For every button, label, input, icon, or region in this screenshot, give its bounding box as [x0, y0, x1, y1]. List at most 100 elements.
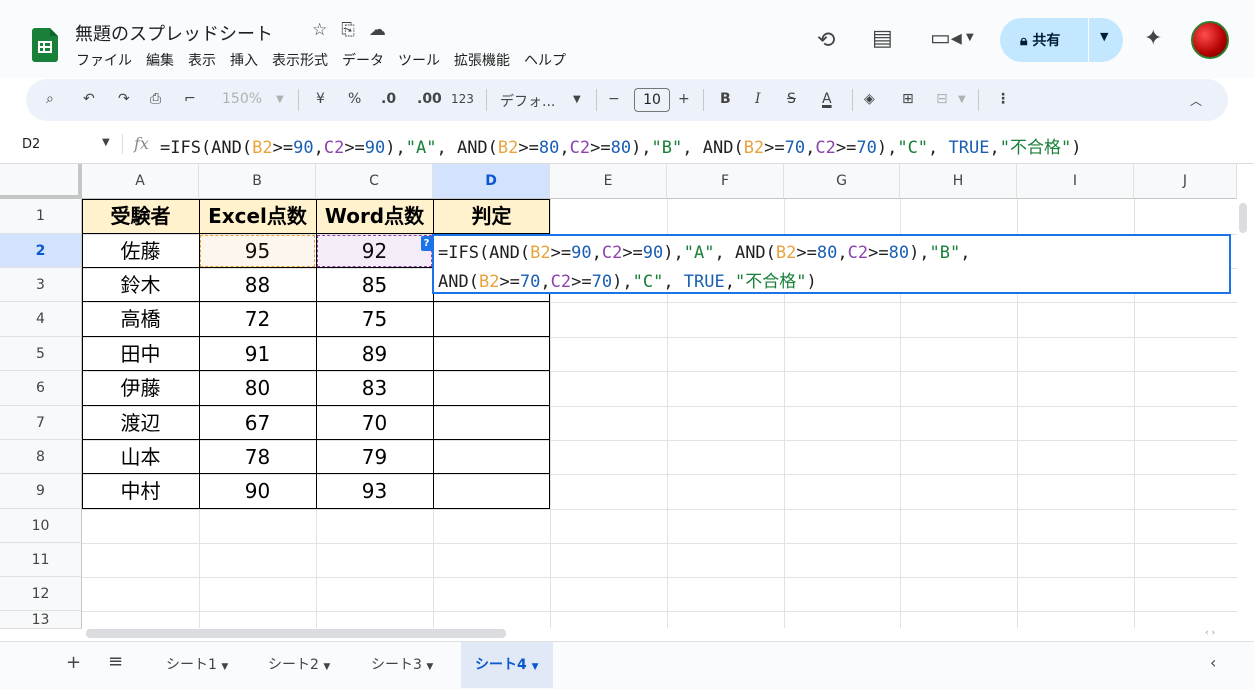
header-cell[interactable]: Excel点数 [199, 199, 316, 234]
share-caret-icon[interactable]: ▼ [1100, 30, 1108, 43]
font-size-increase-icon[interactable]: + [678, 91, 690, 107]
move-folder-icon[interactable]: ⎘ [341, 20, 355, 40]
column-header-i[interactable]: I [1017, 164, 1134, 199]
redo-icon[interactable]: ↷ [118, 91, 130, 107]
row-header-10[interactable]: 10 [0, 509, 82, 543]
data-cell[interactable]: 山本 [82, 440, 199, 474]
menu-edit[interactable]: 編集 [146, 50, 174, 70]
print-icon[interactable]: ⎙ [150, 91, 161, 107]
result-cell[interactable] [433, 474, 550, 509]
scroll-arrows-icon[interactable]: ‹ › [1205, 628, 1215, 638]
horizontal-scroll-thumb[interactable] [86, 629, 506, 638]
document-title[interactable]: 無題のスプレッドシート [75, 20, 273, 46]
data-cell[interactable]: 75 [316, 302, 433, 337]
percent-format-button[interactable]: % [348, 91, 361, 107]
row-header-3[interactable]: 3 [0, 268, 82, 302]
data-cell[interactable]: 78 [199, 440, 316, 474]
italic-button[interactable]: I [755, 91, 761, 107]
data-cell[interactable]: 88 [199, 268, 316, 302]
column-header-g[interactable]: G [784, 164, 900, 199]
column-header-h[interactable]: H [900, 164, 1017, 199]
add-sheet-icon[interactable]: + [66, 652, 81, 673]
data-cell[interactable]: 田中 [82, 337, 199, 371]
sheet-explore-collapse-icon[interactable]: ‹ [1210, 653, 1216, 672]
menu-data[interactable]: データ [342, 50, 384, 70]
font-size-decrease-icon[interactable]: − [608, 91, 620, 107]
result-cell[interactable] [433, 371, 550, 406]
vertical-scrollbar[interactable] [1238, 199, 1254, 629]
strikethrough-button[interactable]: S [787, 91, 796, 107]
paint-format-icon[interactable]: ⌐ [184, 91, 196, 107]
row-header-6[interactable]: 6 [0, 371, 82, 406]
row-header-13[interactable]: 13 [0, 611, 82, 629]
result-cell[interactable] [433, 337, 550, 371]
data-cell[interactable]: 83 [316, 371, 433, 406]
menu-format[interactable]: 表示形式 [272, 50, 328, 70]
data-cell[interactable]: 67 [199, 406, 316, 440]
meet-icon[interactable]: ▭◂ [930, 26, 962, 51]
result-cell[interactable] [433, 406, 550, 440]
history-icon[interactable]: ⟲ [817, 28, 835, 53]
menu-insert[interactable]: 挿入 [230, 50, 258, 70]
result-cell[interactable] [433, 440, 550, 474]
data-cell[interactable]: 72 [199, 302, 316, 337]
row-header-4[interactable]: 4 [0, 302, 82, 337]
name-box[interactable]: D2 [22, 137, 40, 152]
decrease-decimal-button[interactable]: .0 [381, 91, 396, 107]
column-header-j[interactable]: J [1134, 164, 1237, 199]
data-cell[interactable]: 渡辺 [82, 406, 199, 440]
zoom-caret-icon[interactable]: ▼ [276, 94, 284, 105]
vertical-scroll-thumb[interactable] [1239, 203, 1247, 233]
cell-editor[interactable]: =IFS(AND(B2>=90,C2>=90),"A", AND(B2>=80,… [432, 234, 1231, 294]
data-cell[interactable]: 伊藤 [82, 371, 199, 406]
avatar[interactable] [1191, 21, 1229, 59]
select-all-corner[interactable] [0, 164, 82, 199]
row-header-11[interactable]: 11 [0, 543, 82, 577]
fill-color-icon[interactable]: ◈ [864, 91, 875, 107]
header-cell[interactable]: 判定 [433, 199, 550, 234]
data-cell[interactable]: 91 [199, 337, 316, 371]
data-cell[interactable]: 89 [316, 337, 433, 371]
column-header-e[interactable]: E [550, 164, 667, 199]
merge-cells-icon[interactable]: ⊟ [936, 91, 948, 107]
sheet-tab-3[interactable]: シート3 ▼ [371, 654, 433, 674]
cloud-status-icon[interactable]: ☁ [369, 20, 386, 40]
data-cell[interactable]: 85 [316, 268, 433, 302]
all-sheets-icon[interactable]: ≡ [108, 651, 123, 672]
sheets-logo-icon[interactable] [32, 28, 58, 62]
menu-view[interactable]: 表示 [188, 50, 216, 70]
data-cell[interactable]: 70 [316, 406, 433, 440]
data-cell[interactable]: 佐藤 [82, 234, 199, 268]
gemini-spark-icon[interactable]: ✦ [1144, 26, 1162, 51]
menu-help[interactable]: ヘルプ [524, 50, 566, 70]
row-header-2[interactable]: 2 [0, 234, 82, 268]
borders-icon[interactable]: ⊞ [902, 91, 914, 107]
menu-tools[interactable]: ツール [398, 50, 440, 70]
collapse-toolbar-icon[interactable]: ︿ [1190, 92, 1202, 109]
font-caret-icon[interactable]: ▼ [573, 94, 581, 105]
star-icon[interactable]: ☆ [312, 20, 327, 40]
zoom-select[interactable]: 150% [222, 91, 262, 107]
column-header-f[interactable]: F [667, 164, 784, 199]
data-cell[interactable]: 鈴木 [82, 268, 199, 302]
more-formats-button[interactable]: 123 [451, 92, 474, 106]
more-options-icon[interactable]: ⋮ [996, 91, 1010, 107]
sheet-tab-2[interactable]: シート2 ▼ [268, 654, 330, 674]
row-header-5[interactable]: 5 [0, 337, 82, 371]
font-size-input[interactable]: 10 [634, 88, 670, 112]
data-cell[interactable]: 93 [316, 474, 433, 509]
search-menus-icon[interactable]: ⌕ [46, 91, 54, 107]
menu-file[interactable]: ファイル [76, 50, 132, 70]
column-header-c[interactable]: C [316, 164, 433, 199]
increase-decimal-button[interactable]: .00 [417, 91, 442, 107]
row-header-12[interactable]: 12 [0, 577, 82, 611]
header-cell[interactable]: Word点数 [316, 199, 433, 234]
meet-caret-icon[interactable]: ▼ [966, 32, 974, 43]
formula-input[interactable]: =IFS(AND(B2>=90,C2>=90),"A", AND(B2>=80,… [160, 133, 1081, 158]
text-color-button[interactable]: A [822, 91, 832, 107]
row-header-7[interactable]: 7 [0, 406, 82, 440]
share-button[interactable]: 🔒︎ 共有 ▼ [1000, 18, 1123, 62]
header-cell[interactable]: 受験者 [82, 199, 199, 234]
name-box-caret-icon[interactable]: ▼ [102, 137, 110, 148]
data-cell[interactable]: 90 [199, 474, 316, 509]
